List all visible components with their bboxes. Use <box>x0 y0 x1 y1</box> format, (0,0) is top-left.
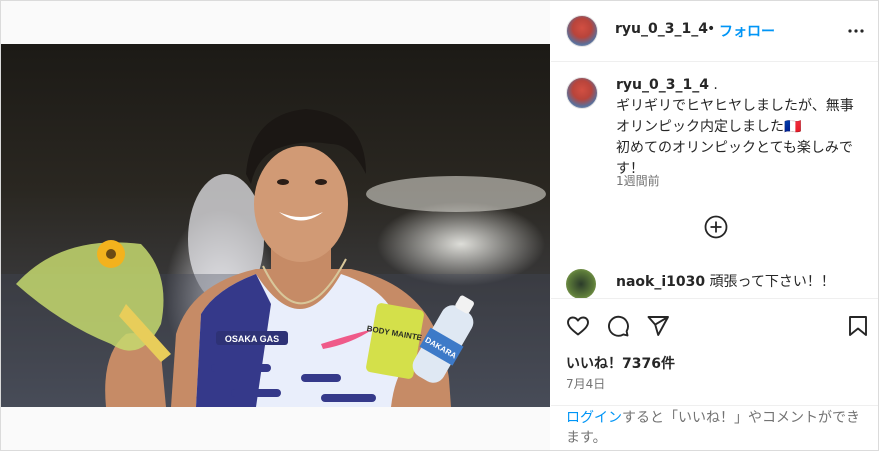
chest-brand-text: OSAKA GAS <box>225 334 279 344</box>
more-icon[interactable] <box>844 19 868 43</box>
caption-timestamp: 1週間前 <box>616 174 660 188</box>
separator-dot: • <box>707 21 716 37</box>
caption-avatar[interactable] <box>566 77 598 109</box>
save-icon[interactable] <box>846 314 870 338</box>
post-frame: OSAKA GAS BODY MAINTE DAKARA ryu_0_3_1_4… <box>0 0 879 451</box>
add-comment-icon[interactable] <box>704 215 728 239</box>
athlete-photo-illustration: OSAKA GAS BODY MAINTE DAKARA <box>1 109 550 407</box>
author-username[interactable]: ryu_0_3_1_4 <box>615 21 708 37</box>
comment-item: naok_i1030 頑張って下さい！！ <box>566 269 866 299</box>
caption: ryu_0_3_1_4 . ギリギリでヒヤヒヤしましたが、無事 オリンピック内定… <box>616 75 866 180</box>
comment-icon[interactable] <box>606 314 630 338</box>
follow-button[interactable]: フォロー <box>719 21 775 41</box>
post-media: OSAKA GAS BODY MAINTE DAKARA <box>1 1 550 450</box>
commenter-username[interactable]: naok_i1030 <box>616 274 705 290</box>
action-bar: いいね！7376件 7月4日 <box>551 298 878 409</box>
caption-line: オリンピック内定しました🇫🇷 <box>616 119 802 135</box>
caption-username[interactable]: ryu_0_3_1_4 <box>616 77 709 93</box>
caption-username-suffix: . <box>713 77 718 93</box>
caption-line: ギリギリでヒヤヒヤしましたが、無事 <box>616 98 854 114</box>
login-prompt: ログインすると「いいね！」やコメントができます。 <box>551 405 878 451</box>
post-header: ryu_0_3_1_4 • フォロー <box>551 1 878 62</box>
commenter-avatar[interactable] <box>566 269 596 299</box>
author-avatar[interactable] <box>566 15 598 47</box>
caption-line: 初めてのオリンピックとても楽しみで <box>616 140 853 156</box>
post-sidebar: ryu_0_3_1_4 • フォロー ryu_0_3_1_4 . ギリギリでヒヤ… <box>551 1 878 450</box>
share-icon[interactable] <box>646 314 670 338</box>
post-date[interactable]: 7月4日 <box>566 375 605 392</box>
post-photo[interactable]: OSAKA GAS BODY MAINTE DAKARA <box>1 44 550 407</box>
likes-count[interactable]: いいね！7376件 <box>566 353 675 373</box>
login-link[interactable]: ログイン <box>566 410 622 426</box>
heart-icon[interactable] <box>566 314 590 338</box>
comment-text: 頑張って下さい！！ <box>709 274 835 290</box>
